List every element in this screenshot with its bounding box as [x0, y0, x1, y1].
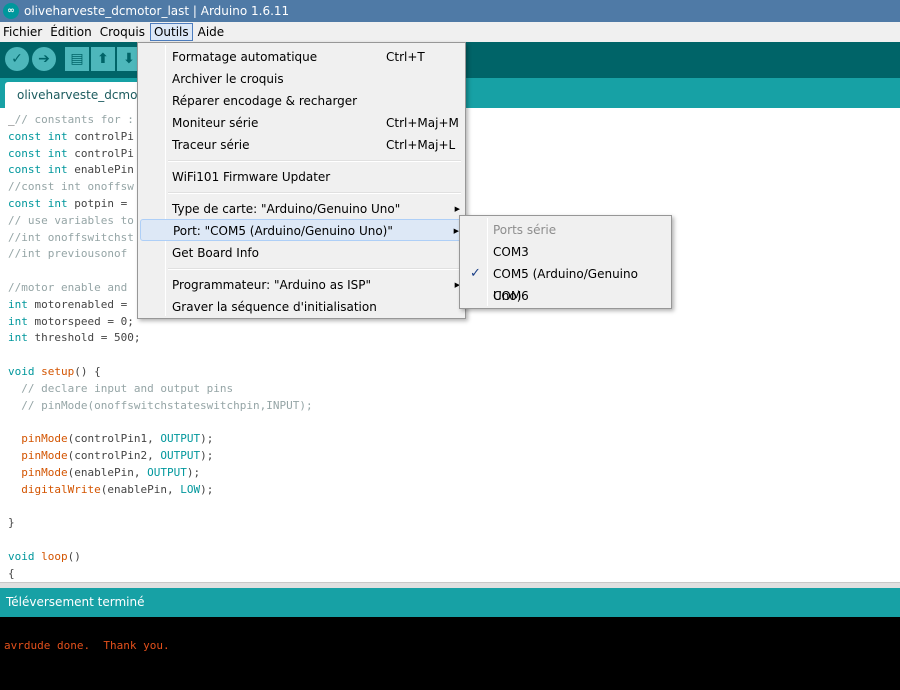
new-icon: ▤: [70, 51, 84, 67]
menu-item-label: Formatage automatique: [172, 50, 318, 64]
menu-fichier[interactable]: Fichier: [0, 23, 45, 41]
menu-aide[interactable]: Aide: [195, 23, 228, 41]
menu-item-archive-sketch[interactable]: Archiver le croquis: [140, 68, 463, 90]
console-message: avrdude done. Thank you.: [4, 639, 170, 652]
menu-item-label: WiFi101 Firmware Updater: [172, 170, 331, 184]
menu-item-label: Graver la séquence d'initialisation: [172, 300, 377, 314]
code-line: pinMode(enablePin, OUTPUT);: [21, 465, 201, 479]
menu-item-wifi101-updater[interactable]: WiFi101 Firmware Updater: [140, 166, 463, 188]
menu-item-label: Traceur série: [172, 138, 250, 152]
port-item-label: COM3: [493, 245, 529, 259]
menu-item-serial-plotter[interactable]: Traceur série Ctrl+Maj+L: [140, 134, 463, 156]
menu-separator: [168, 192, 461, 194]
submenu-header-label: Ports série: [493, 223, 557, 237]
menu-item-label: Type de carte: "Arduino/Genuino Uno": [172, 202, 401, 216]
status-bar: Téléversement terminé: [0, 588, 900, 617]
save-icon: ⬇: [123, 51, 135, 67]
code-line: void setup() {: [8, 364, 101, 378]
menu-item-label: Programmateur: "Arduino as ISP": [172, 278, 372, 292]
menu-item-label: Réparer encodage & recharger: [172, 94, 358, 108]
menu-item-label: Archiver le croquis: [172, 72, 284, 86]
code-line: pinMode(controlPin2, OUTPUT);: [21, 448, 214, 462]
menu-item-shortcut: Ctrl+Maj+M: [386, 116, 459, 130]
menu-bar: Fichier Édition Croquis Outils Aide: [0, 22, 900, 42]
port-item-com3[interactable]: COM3: [462, 241, 669, 263]
menu-item-programmer[interactable]: Programmateur: "Arduino as ISP" ▶: [140, 274, 463, 296]
menu-item-auto-format[interactable]: Formatage automatique Ctrl+T: [140, 46, 463, 68]
tools-menu: Formatage automatique Ctrl+T Archiver le…: [137, 42, 466, 319]
code-line: // declare input and output pins: [21, 381, 234, 395]
code-line: pinMode(controlPin1, OUTPUT);: [21, 432, 214, 446]
submenu-header-serial-ports: Ports série: [462, 219, 669, 241]
menu-edition[interactable]: Édition: [47, 23, 95, 41]
console-output: avrdude done. Thank you.: [0, 617, 900, 690]
menu-item-shortcut: Ctrl+Maj+L: [386, 138, 456, 152]
menu-outils[interactable]: Outils: [149, 23, 193, 41]
arduino-logo-icon: ∞: [3, 3, 19, 19]
menu-item-serial-monitor[interactable]: Moniteur série Ctrl+Maj+M: [140, 112, 463, 134]
menu-item-board-type[interactable]: Type de carte: "Arduino/Genuino Uno" ▶: [140, 198, 463, 220]
menu-item-port[interactable]: Port: "COM5 (Arduino/Genuino Uno)" ▶: [140, 219, 463, 241]
menu-croquis[interactable]: Croquis: [97, 23, 148, 41]
new-sketch-button[interactable]: ▤: [65, 47, 89, 71]
verify-icon: ✓: [11, 51, 23, 67]
title-bar: ∞ oliveharveste_dcmotor_last | Arduino 1…: [0, 0, 900, 22]
port-submenu: Ports série COM3 ✓ COM5 (Arduino/Genuino…: [459, 215, 672, 309]
menu-item-shortcut: Ctrl+T: [386, 50, 425, 64]
menu-item-burn-bootloader[interactable]: Graver la séquence d'initialisation: [140, 296, 463, 318]
menu-item-label: Get Board Info: [172, 246, 259, 260]
verify-button[interactable]: ✓: [5, 47, 29, 71]
menu-item-label: Moniteur série: [172, 116, 259, 130]
menu-separator: [168, 268, 461, 270]
port-item-com6[interactable]: COM6: [462, 285, 669, 307]
code-line: void loop(): [8, 549, 81, 563]
status-text: Téléversement terminé: [6, 595, 145, 609]
open-button[interactable]: ⬆: [91, 47, 115, 71]
window-title: oliveharveste_dcmotor_last | Arduino 1.6…: [24, 4, 290, 18]
menu-item-fix-encoding[interactable]: Réparer encodage & recharger: [140, 90, 463, 112]
code-line: int threshold = 500;: [8, 331, 141, 345]
code-line: }: [8, 516, 15, 530]
upload-icon: ➔: [38, 51, 50, 67]
code-line: digitalWrite(enablePin, LOW);: [21, 482, 214, 496]
port-item-label: COM6: [493, 289, 529, 303]
open-icon: ⬆: [97, 51, 109, 67]
code-line: {: [8, 566, 15, 580]
code-line: // pinMode(onoffswitchstateswitchpin,INP…: [21, 398, 313, 412]
menu-separator: [168, 160, 461, 162]
checkmark-icon: ✓: [470, 266, 481, 281]
menu-item-get-board-info[interactable]: Get Board Info: [140, 242, 463, 264]
port-item-com5[interactable]: ✓ COM5 (Arduino/Genuino Uno): [462, 263, 669, 303]
menu-item-label: Port: "COM5 (Arduino/Genuino Uno)": [173, 224, 393, 238]
upload-button[interactable]: ➔: [32, 47, 56, 71]
